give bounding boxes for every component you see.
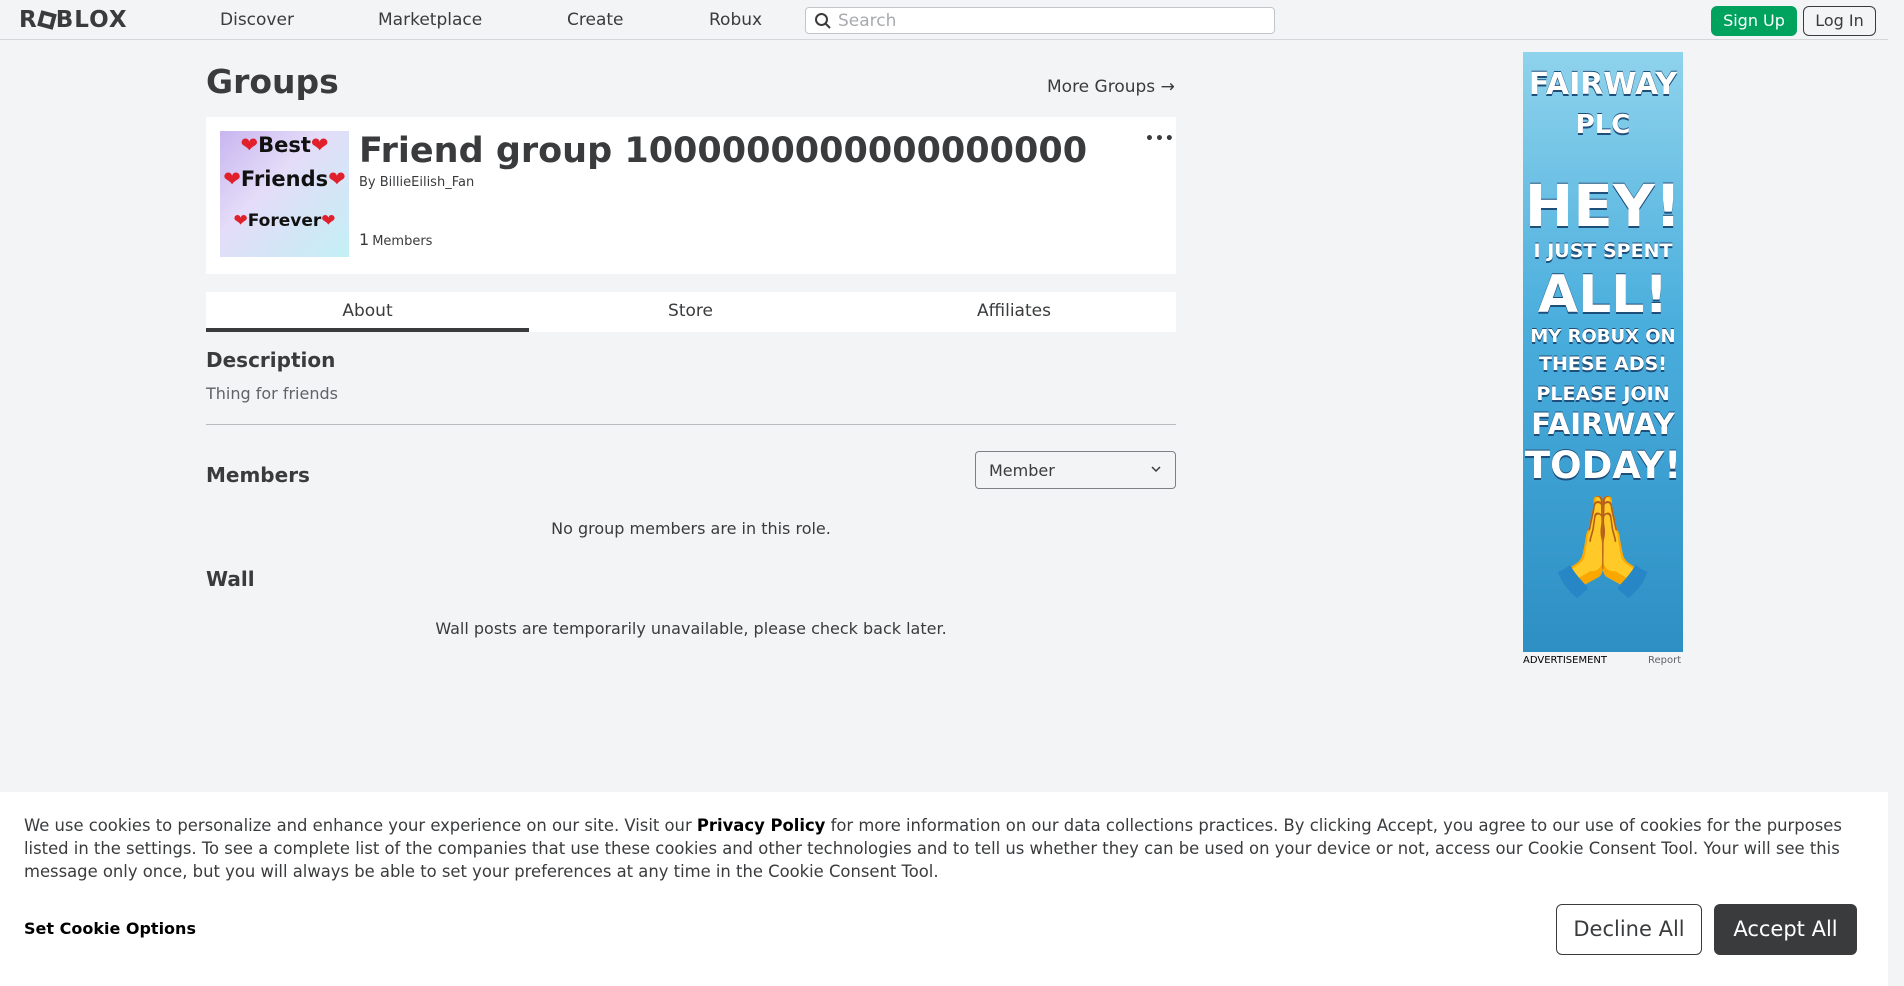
ad-text-3: HEY! (1524, 172, 1682, 240)
role-dropdown[interactable]: Member (975, 451, 1176, 489)
tab-affiliates[interactable]: Affiliates (852, 292, 1176, 332)
page-title: Groups (206, 62, 339, 101)
divider (206, 424, 1176, 425)
ad-text-5: ALL! (1537, 265, 1669, 325)
thumbnail-line-1: ❤Best❤ (240, 133, 329, 157)
search-input[interactable] (838, 10, 1268, 32)
more-options-icon[interactable]: ••• (1145, 131, 1175, 147)
tab-about[interactable]: About (206, 292, 529, 332)
more-groups-label: More Groups (1047, 77, 1156, 97)
description-heading: Description (206, 348, 336, 372)
wall-unavailable-message: Wall posts are temporarily unavailable, … (435, 619, 947, 638)
role-selected-value: Member (989, 461, 1055, 480)
member-count-number: 1 (359, 230, 370, 249)
ad-text-9: FAIRWAY (1531, 407, 1675, 441)
thumbnail-line-3: ❤Forever❤ (233, 211, 336, 231)
log-in-button[interactable]: Log In (1803, 6, 1876, 36)
report-ad-link[interactable]: Report (1648, 655, 1681, 666)
privacy-policy-link[interactable]: Privacy Policy (697, 816, 825, 835)
ad-text-10: TODAY! (1524, 444, 1682, 487)
set-cookie-options-link[interactable]: Set Cookie Options (24, 919, 196, 938)
tab-store[interactable]: Store (529, 292, 852, 332)
page-scrollbar[interactable] (1888, 0, 1904, 986)
group-header-card: ❤Best❤ ❤Friends❤ ❤Forever❤ Friend group … (206, 117, 1176, 274)
ad-text-2: PLC (1575, 110, 1631, 140)
nav-discover[interactable]: Discover (220, 10, 294, 30)
cookie-consent-banner: We use cookies to personalize and enhanc… (0, 792, 1888, 986)
sign-up-button[interactable]: Sign Up (1711, 6, 1797, 36)
no-members-message: No group members are in this role. (551, 519, 831, 538)
arrow-right-icon: → (1160, 77, 1175, 97)
ad-text-7: THESE ADS! (1539, 353, 1667, 375)
praying-hands-icon: 🙏 (1543, 489, 1663, 601)
group-owner-link[interactable]: BillieEilish_Fan (380, 175, 474, 190)
cookie-message: We use cookies to personalize and enhanc… (24, 816, 1842, 881)
member-count: 1 Members (359, 230, 432, 249)
nav-marketplace[interactable]: Marketplace (378, 10, 482, 30)
members-heading: Members (206, 463, 310, 487)
more-groups-link[interactable]: More Groups → (1047, 77, 1175, 97)
member-count-label: Members (372, 234, 433, 249)
chevron-down-icon (1151, 466, 1161, 473)
search-icon (815, 13, 831, 29)
wall-heading: Wall (206, 567, 255, 591)
group-name: Friend group 1000000000000000000 (359, 131, 1088, 171)
nav-create[interactable]: Create (567, 10, 624, 30)
group-owner-line: By BillieEilish_Fan (359, 175, 474, 190)
nav-robux[interactable]: Robux (709, 10, 762, 30)
group-thumbnail: ❤Best❤ ❤Friends❤ ❤Forever❤ (220, 131, 349, 257)
ad-text-8: PLEASE JOIN (1536, 383, 1670, 405)
thumbnail-line-2: ❤Friends❤ (223, 167, 346, 191)
by-prefix: By (359, 175, 376, 190)
top-navigation-bar: R BLOX Discover Marketplace Create Robux … (0, 0, 1888, 40)
decline-all-button[interactable]: Decline All (1556, 904, 1702, 955)
group-tabs: About Store Affiliates (206, 292, 1176, 332)
accept-all-button[interactable]: Accept All (1714, 904, 1857, 955)
advertisement-banner[interactable]: FAIRWAY PLC HEY! I JUST SPENT ALL! MY RO… (1523, 52, 1683, 652)
ad-text-1: FAIRWAY (1528, 67, 1678, 102)
ad-text-4: I JUST SPENT (1533, 240, 1673, 262)
search-box[interactable] (805, 7, 1275, 34)
ad-text-6: MY ROBUX ON (1530, 326, 1676, 347)
roblox-logo[interactable]: R BLOX (19, 7, 128, 33)
group-description: Thing for friends (206, 384, 338, 403)
advertisement-label: ADVERTISEMENT (1523, 655, 1608, 666)
